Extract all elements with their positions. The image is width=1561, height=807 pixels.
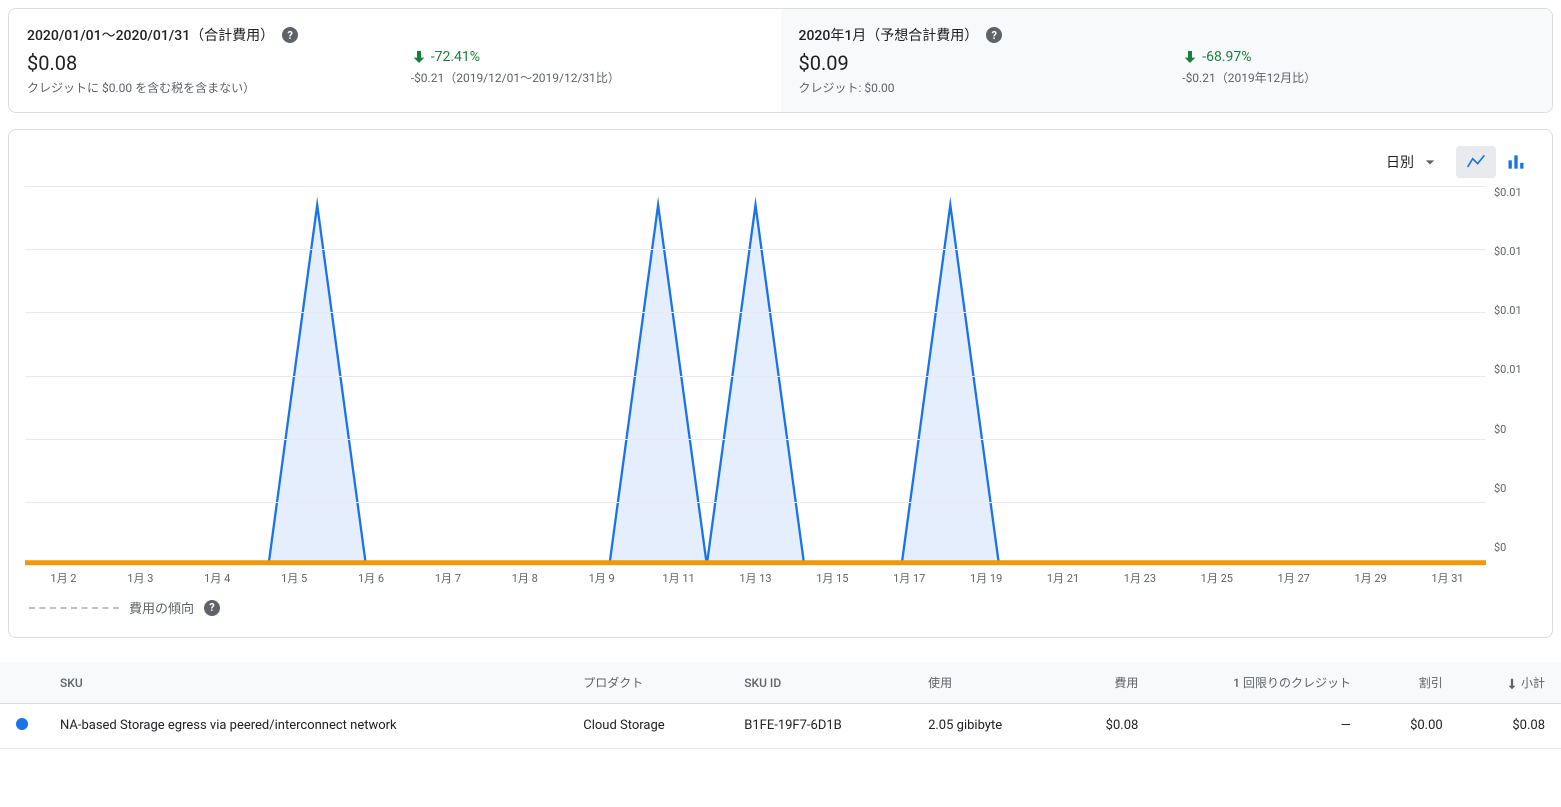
chart-x-axis: 1月 21月 31月 41月 51月 61月 71月 81月 91月 111月 … [25, 566, 1486, 586]
forecast-title: 2020年1月（予想合計費用） [799, 25, 979, 45]
x-tick: 1月 27 [1255, 570, 1332, 586]
gridline [25, 312, 1486, 313]
x-tick: 1月 19 [948, 570, 1025, 586]
x-tick: 1月 31 [1409, 570, 1486, 586]
gridline [25, 376, 1486, 377]
actual-delta: -72.41% [411, 49, 763, 65]
forecast-delta-pct: -68.97% [1202, 49, 1251, 65]
chart-toolbar: 日別 [25, 146, 1536, 178]
col-usage[interactable]: 使用 [912, 662, 1062, 704]
x-tick: 1月 15 [794, 570, 871, 586]
cost-area [25, 205, 1486, 565]
cost-table: SKU プロダクト SKU ID 使用 費用 1 回限りのクレジット 割引 小計… [0, 662, 1561, 749]
x-tick: 1月 3 [102, 570, 179, 586]
forecast-subtitle: クレジット: $0.00 [799, 79, 1151, 96]
actual-delta-pct: -72.41% [431, 49, 480, 65]
cell-discount: $0.00 [1367, 704, 1459, 749]
x-tick: 1月 21 [1025, 570, 1102, 586]
forecast-delta: -68.97% [1182, 49, 1534, 65]
summary-cards: 2020/01/01～2020/01/31（合計費用） ? $0.08 クレジッ… [8, 8, 1553, 113]
forecast-amount: $0.09 [799, 51, 1151, 75]
trend-line-swatch [29, 607, 119, 609]
series-color-dot [16, 718, 28, 730]
cell-cost: $0.08 [1063, 704, 1155, 749]
x-tick: 1月 9 [563, 570, 640, 586]
forecast-delta-sub: -$0.21（2019年12月比） [1182, 69, 1534, 86]
chevron-down-icon [1420, 152, 1440, 172]
y-tick: $0 [1494, 482, 1536, 495]
chart-legend: 費用の傾向 ? [25, 598, 1536, 617]
line-chart-icon [1466, 152, 1486, 172]
arrow-down-icon [1505, 677, 1519, 691]
help-icon[interactable]: ? [282, 27, 298, 43]
col-product[interactable]: プロダクト [567, 662, 728, 704]
chart-card: 日別 $0.01$0.01$0.01$0.01$0$0$0 1月 21月 31月… [8, 129, 1553, 638]
gridline [25, 186, 1486, 187]
y-tick: $0.01 [1494, 304, 1536, 317]
y-tick: $0.01 [1494, 186, 1536, 199]
col-discount[interactable]: 割引 [1367, 662, 1459, 704]
cell-subtotal: $0.08 [1459, 704, 1561, 749]
x-tick: 1月 29 [1332, 570, 1409, 586]
cell-product: Cloud Storage [567, 704, 728, 749]
gridline [25, 565, 1486, 566]
x-tick: 1月 17 [871, 570, 948, 586]
y-tick: $0.01 [1494, 245, 1536, 258]
col-one-time-credit[interactable]: 1 回限りのクレジット [1154, 662, 1367, 704]
actual-subtitle: クレジットに $0.00 を含む税を含まない） [27, 79, 379, 96]
interval-select[interactable]: 日別 [1378, 148, 1448, 176]
table-header-row: SKU プロダクト SKU ID 使用 費用 1 回限りのクレジット 割引 小計 [0, 662, 1561, 704]
help-icon[interactable]: ? [986, 27, 1002, 43]
chart-y-axis: $0.01 $0.01 $0.01 $0.01 $0 $0 $0 [1486, 186, 1536, 566]
x-tick: 1月 8 [486, 570, 563, 586]
forecast-cost-card[interactable]: 2020年1月（予想合計費用） ? $0.09 クレジット: $0.00 -68… [781, 9, 1553, 112]
cell-usage: 2.05 gibibyte [912, 704, 1062, 749]
y-tick: $0 [1494, 423, 1536, 436]
x-tick: 1月 6 [333, 570, 410, 586]
help-icon[interactable]: ? [204, 600, 220, 616]
cell-sku: NA-based Storage egress via peered/inter… [44, 704, 567, 749]
chart-type-line-button[interactable] [1456, 146, 1496, 178]
col-cost[interactable]: 費用 [1063, 662, 1155, 704]
actual-delta-sub: -$0.21（2019/12/01～2019/12/31比） [411, 69, 763, 86]
x-tick: 1月 5 [256, 570, 333, 586]
gridline [25, 439, 1486, 440]
actual-cost-card[interactable]: 2020/01/01～2020/01/31（合計費用） ? $0.08 クレジッ… [9, 9, 781, 112]
interval-label: 日別 [1386, 152, 1414, 172]
chart-type-toggle [1456, 146, 1536, 178]
col-subtotal[interactable]: 小計 [1459, 662, 1561, 704]
x-tick: 1月 2 [25, 570, 102, 586]
chart-type-bar-button[interactable] [1496, 146, 1536, 178]
gridline [25, 502, 1486, 503]
chart-area: $0.01 $0.01 $0.01 $0.01 $0 $0 $0 [25, 186, 1536, 566]
x-tick: 1月 25 [1178, 570, 1255, 586]
actual-amount: $0.08 [27, 51, 379, 75]
cell-one-time-credit: — [1154, 704, 1367, 749]
gridline [25, 249, 1486, 250]
x-tick: 1月 23 [1101, 570, 1178, 586]
x-tick: 1月 7 [409, 570, 486, 586]
table-row[interactable]: NA-based Storage egress via peered/inter… [0, 704, 1561, 749]
col-sku-id[interactable]: SKU ID [728, 662, 912, 704]
legend-trend-label: 費用の傾向 [129, 598, 194, 617]
y-tick: $0 [1494, 541, 1536, 554]
x-tick: 1月 11 [640, 570, 717, 586]
bar-chart-icon [1506, 152, 1526, 172]
y-tick: $0.01 [1494, 363, 1536, 376]
x-tick: 1月 13 [717, 570, 794, 586]
actual-title: 2020/01/01～2020/01/31（合計費用） [27, 25, 274, 45]
arrow-down-icon [1182, 49, 1198, 65]
cell-sku-id: B1FE-19F7-6D1B [728, 704, 912, 749]
arrow-down-icon [411, 49, 427, 65]
col-sku[interactable]: SKU [44, 662, 567, 704]
x-tick: 1月 4 [179, 570, 256, 586]
chart-plot[interactable] [25, 186, 1486, 566]
